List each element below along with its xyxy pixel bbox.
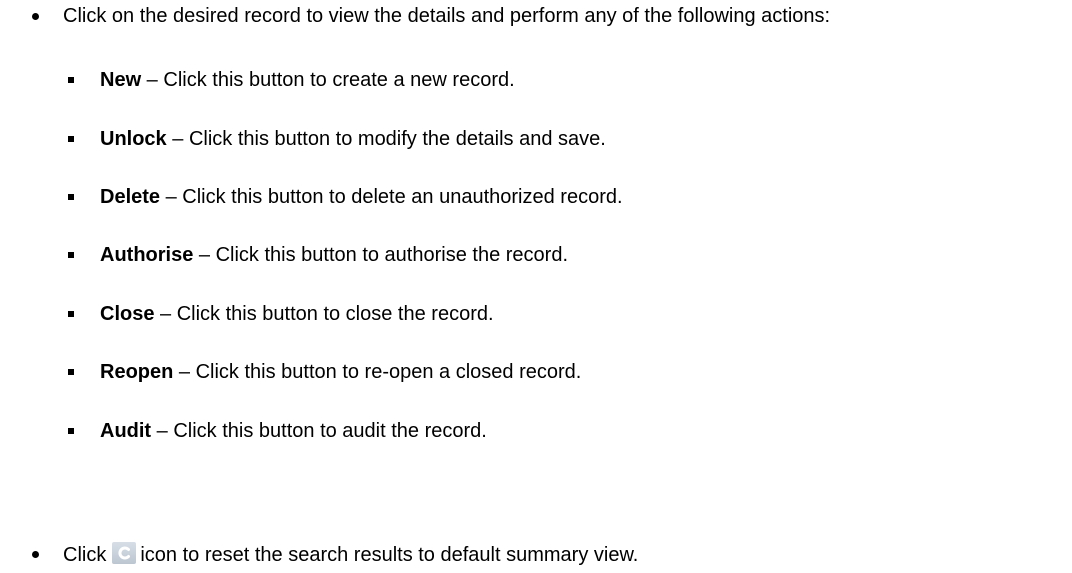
action-term: Authorise (100, 244, 194, 266)
action-desc: Click this button to authorise the recor… (215, 244, 568, 266)
action-term: Delete (100, 186, 161, 208)
reset-after: icon to reset the search results to defa… (140, 544, 639, 566)
action-item-audit: Audit – Click this button to audit the r… (100, 419, 487, 443)
action-item-authorise: Authorise – Click this button to authori… (100, 243, 568, 267)
bullet-dot (32, 13, 39, 20)
action-item-delete: Delete – Click this button to delete an … (100, 185, 623, 209)
bullet-square (68, 77, 74, 83)
action-term: Reopen (100, 361, 174, 383)
action-term: Audit (100, 420, 152, 442)
bullet-dot (32, 551, 39, 558)
action-term: Unlock (100, 128, 167, 150)
action-desc: Click this button to re-open a closed re… (195, 361, 582, 383)
bullet-square (68, 428, 74, 434)
reset-before: Click (63, 544, 107, 566)
action-sep: – (193, 244, 216, 266)
action-desc: Click this button to delete an unauthori… (182, 186, 623, 208)
action-item-unlock: Unlock – Click this button to modify the… (100, 127, 606, 151)
action-sep: – (154, 303, 177, 325)
bullet-square (68, 369, 74, 375)
intro-text: Click on the desired record to view the … (63, 5, 831, 27)
action-term: Close (100, 303, 155, 325)
action-item-close: Close – Click this button to close the r… (100, 302, 494, 326)
document: Click on the desired record to view the … (0, 0, 1072, 573)
action-term: New (100, 69, 142, 91)
action-sep: – (151, 420, 174, 442)
action-sep: – (166, 128, 189, 150)
action-item-reopen: Reopen – Click this button to re-open a … (100, 360, 581, 384)
action-desc: Click this button to create a new record… (163, 69, 515, 91)
action-desc: Click this button to audit the record. (173, 420, 487, 442)
bullet-square (68, 311, 74, 317)
action-item-new: New – Click this button to create a new … (100, 68, 515, 92)
bullet-square (68, 194, 74, 200)
reset-icon[interactable] (112, 542, 137, 564)
action-desc: Click this button to close the record. (176, 303, 494, 325)
action-sep: – (173, 361, 196, 383)
reset-text: Click icon to reset the search results to… (63, 542, 638, 567)
bullet-square (68, 136, 74, 142)
bullet-square (68, 252, 74, 258)
action-sep: – (160, 186, 183, 208)
action-desc: Click this button to modify the details … (188, 128, 606, 150)
action-sep: – (141, 69, 164, 91)
